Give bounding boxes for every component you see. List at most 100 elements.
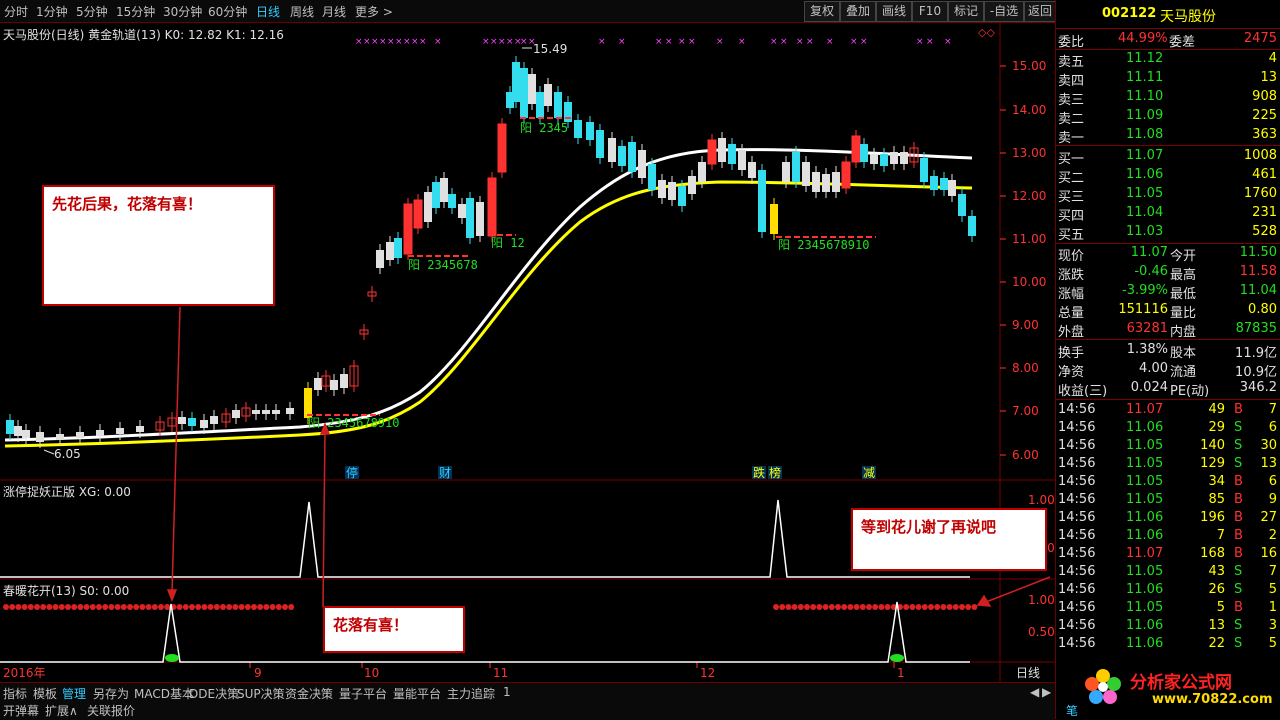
candle-body[interactable]: [314, 378, 322, 390]
tab-fund[interactable]: 资金决策: [285, 685, 333, 702]
candle-body[interactable]: [536, 92, 544, 118]
candle-body[interactable]: [304, 388, 312, 418]
candle-body[interactable]: [940, 178, 948, 190]
candle-body[interactable]: [668, 182, 676, 200]
candle-body[interactable]: [596, 130, 604, 158]
candle-body[interactable]: [900, 152, 908, 164]
candle-body[interactable]: [968, 216, 976, 236]
period-tab-weekly[interactable]: 周线: [290, 3, 314, 20]
candle-body[interactable]: [520, 68, 528, 118]
related-quote-button[interactable]: 关联报价: [87, 702, 135, 719]
candle-body[interactable]: [252, 410, 260, 414]
candle-body[interactable]: [403, 203, 413, 255]
candle-body[interactable]: [14, 426, 22, 436]
bid-row[interactable]: 买二 11.06 461: [1056, 167, 1280, 186]
quote-row[interactable]: 涨跌 -0.46 最高 11.58: [1056, 264, 1280, 283]
candle-body[interactable]: [188, 418, 196, 426]
stats-row[interactable]: 净资 4.00 流通 10.9亿: [1056, 361, 1280, 380]
candle-body[interactable]: [386, 242, 394, 260]
candle-body[interactable]: [376, 250, 384, 268]
candle-body[interactable]: [792, 152, 800, 182]
candle-body[interactable]: [56, 434, 64, 440]
candle-body[interactable]: [528, 74, 536, 104]
candle-body[interactable]: [770, 204, 778, 234]
candle-body[interactable]: [920, 158, 928, 182]
candle-body[interactable]: [718, 138, 726, 162]
tab-number[interactable]: 1: [503, 685, 511, 699]
candle-body[interactable]: [574, 120, 582, 138]
period-tab-30min[interactable]: 30分钟: [163, 3, 202, 20]
ask-row[interactable]: 卖二 11.09 225: [1056, 108, 1280, 127]
candle-body[interactable]: [860, 144, 868, 162]
tab-dde[interactable]: DDE决策: [189, 685, 239, 702]
candle-body[interactable]: [413, 199, 423, 229]
candle-body[interactable]: [458, 204, 466, 218]
candle-body[interactable]: [178, 417, 186, 424]
tab-macd[interactable]: MACD基本: [134, 685, 194, 702]
candle-body[interactable]: [678, 186, 686, 206]
candle-body[interactable]: [262, 410, 270, 414]
tab-volume[interactable]: 量能平台: [393, 685, 441, 702]
candle-body[interactable]: [448, 194, 456, 208]
candle-body[interactable]: [782, 162, 790, 182]
candle-body[interactable]: [748, 162, 756, 178]
period-tab-5min[interactable]: 5分钟: [76, 3, 108, 20]
ask-row[interactable]: 卖四 11.11 13: [1056, 70, 1280, 89]
candle-body[interactable]: [851, 135, 861, 163]
kline-chart[interactable]: 15.00 14.00 13.00 12.00 11.00 10.00 9.00…: [0, 22, 1055, 682]
candle-body[interactable]: [880, 154, 888, 166]
tick-row[interactable]: 14:56 11.06 196 B 27: [1056, 510, 1280, 528]
tab-template[interactable]: 模板: [33, 685, 57, 702]
candle-body[interactable]: [648, 164, 656, 190]
candle-body[interactable]: [232, 410, 240, 418]
event-tag[interactable]: 停: [346, 465, 358, 480]
candle-body[interactable]: [707, 139, 717, 165]
candle-body[interactable]: [554, 92, 562, 118]
danmaku-button[interactable]: 开弹幕: [3, 702, 39, 719]
tick-row[interactable]: 14:56 11.05 34 B 6: [1056, 474, 1280, 492]
candle-body[interactable]: [394, 238, 402, 258]
tick-row[interactable]: 14:56 11.06 22 S 5: [1056, 636, 1280, 654]
overlay-button[interactable]: 叠加: [840, 1, 876, 22]
candle-body[interactable]: [586, 122, 594, 140]
back-button[interactable]: 返回: [1024, 1, 1056, 22]
tick-view-label[interactable]: 笔: [1066, 702, 1078, 719]
candle-body[interactable]: [432, 182, 440, 208]
tick-row[interactable]: 14:56 11.07 168 B 16: [1056, 546, 1280, 564]
candle-body[interactable]: [286, 408, 294, 414]
tick-row[interactable]: 14:56 11.07 49 B 7: [1056, 402, 1280, 420]
period-tab-60min[interactable]: 60分钟: [208, 3, 247, 20]
candle-body[interactable]: [476, 202, 484, 236]
tick-row[interactable]: 14:56 11.05 43 S 7: [1056, 564, 1280, 582]
fuquan-button[interactable]: 复权: [804, 1, 840, 22]
ask-row[interactable]: 卖一 11.08 363: [1056, 127, 1280, 146]
candle-body[interactable]: [6, 420, 14, 434]
candle-body[interactable]: [512, 62, 520, 102]
candle-body[interactable]: [330, 380, 338, 390]
ask-row[interactable]: 卖五 11.12 4: [1056, 51, 1280, 70]
candle-body[interactable]: [608, 138, 616, 162]
scroll-right-icon[interactable]: ▶: [1042, 685, 1051, 699]
candle-body[interactable]: [758, 170, 766, 232]
period-tab-fenshi[interactable]: 分时: [4, 3, 28, 20]
event-tag[interactable]: 财: [439, 466, 451, 480]
candle-body[interactable]: [841, 161, 851, 189]
watchlist-button[interactable]: -自选: [984, 1, 1024, 22]
tab-indicator[interactable]: 指标: [3, 685, 27, 702]
period-tab-15min[interactable]: 15分钟: [116, 3, 155, 20]
candle-body[interactable]: [658, 180, 666, 198]
candle-body[interactable]: [628, 142, 636, 172]
tab-quantum[interactable]: 量子平台: [339, 685, 387, 702]
diamond-icon[interactable]: ◇◇: [978, 26, 995, 39]
candle-body[interactable]: [870, 154, 878, 164]
candle-body[interactable]: [466, 198, 474, 238]
expand-button[interactable]: 扩展∧: [45, 702, 78, 719]
mark-button[interactable]: 标记: [948, 1, 984, 22]
tick-row[interactable]: 14:56 11.06 26 S 5: [1056, 582, 1280, 600]
candle-body[interactable]: [638, 150, 646, 178]
bid-row[interactable]: 买四 11.04 231: [1056, 205, 1280, 224]
tab-sup[interactable]: SUP决策: [237, 685, 285, 702]
event-tag[interactable]: 减: [863, 466, 875, 480]
candle-body[interactable]: [930, 176, 938, 190]
period-tab-monthly[interactable]: 月线: [322, 3, 346, 20]
